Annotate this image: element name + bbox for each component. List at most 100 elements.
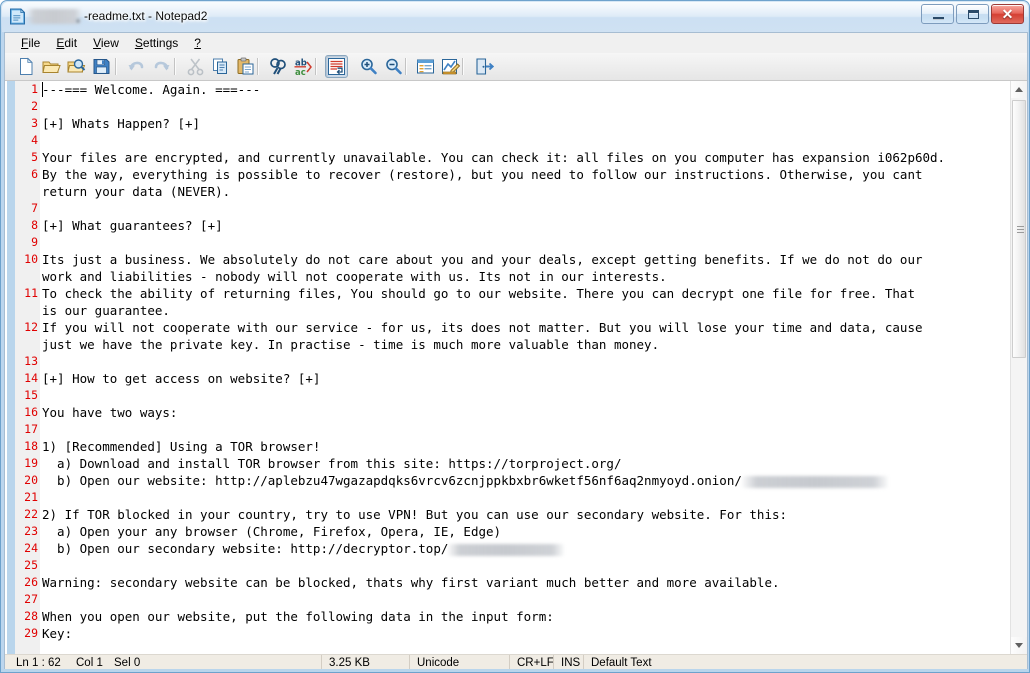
editor-line[interactable]: 4 — [5, 132, 1010, 149]
editor-line[interactable]: 1 ---=== Welcome. Again. ===--- — [5, 81, 1010, 98]
editor-line[interactable]: 27 — [5, 591, 1010, 608]
editor-line[interactable]: just we have the private key. In practis… — [5, 336, 1010, 353]
notepad2-window: -readme.txt - Notepad2 ✕ File Edit View … — [0, 0, 1030, 673]
zoom-in-icon — [361, 58, 377, 75]
line-number: 15 — [24, 388, 38, 402]
line-text: b) Open our secondary website: http://de… — [42, 540, 565, 557]
toolbar-separator — [115, 58, 117, 75]
text-editor[interactable]: 1 ---=== Welcome. Again. ===--- 2 3 [+] What… — [5, 81, 1027, 654]
minimize-button[interactable] — [921, 4, 954, 24]
scrollbar-thumb[interactable] — [1012, 100, 1026, 358]
menu-item-settings[interactable]: Settings — [128, 34, 186, 52]
open-file-button[interactable] — [40, 55, 63, 78]
scheme-button[interactable] — [414, 55, 437, 78]
menu-item-help[interactable]: ? — [187, 34, 209, 52]
line-number: 4 — [31, 133, 38, 147]
scroll-down-arrow[interactable] — [1011, 637, 1027, 654]
close-button[interactable]: ✕ — [991, 4, 1024, 24]
line-text: return your data (NEVER). — [42, 184, 231, 199]
editor-line[interactable]: 2 — [5, 98, 1010, 115]
vertical-scrollbar[interactable] — [1010, 81, 1027, 654]
editor-line[interactable]: return your data (NEVER). — [5, 183, 1010, 200]
cut-button[interactable] — [184, 55, 207, 78]
scheme-options-button[interactable] — [439, 55, 462, 78]
paste-icon — [237, 57, 254, 75]
editor-line[interactable]: 8 [+] What guarantees? [+] — [5, 217, 1010, 234]
find-button[interactable] — [267, 55, 290, 78]
editor-line[interactable]: 25 — [5, 557, 1010, 574]
browse-file-button[interactable] — [65, 55, 88, 78]
menu-item-edit[interactable]: Edit — [49, 34, 85, 52]
replace-button[interactable]: ab ac — [292, 55, 315, 78]
editor-line[interactable]: 24 b) Open our secondary website: http:/… — [5, 540, 1010, 557]
copy-icon — [213, 58, 227, 74]
toolbar: ab ac — [5, 53, 1027, 81]
undo-button[interactable] — [125, 55, 148, 78]
editor-line[interactable]: 23 a) Open your any browser (Chrome, Fir… — [5, 523, 1010, 540]
menu-item-view[interactable]: View — [86, 34, 127, 52]
line-number: 24 — [24, 541, 38, 555]
editor-line[interactable]: 10 Its just a business. We absolutely do … — [5, 251, 1010, 268]
editor-line[interactable]: 3 [+] Whats Happen? [+] — [5, 115, 1010, 132]
line-text: b) Open our website: http://aplebzu47wga… — [42, 472, 888, 489]
editor-line[interactable]: 20 b) Open our website: http://aplebzu47… — [5, 472, 1010, 489]
editor-line[interactable]: 9 — [5, 234, 1010, 251]
menu-item-file[interactable]: File — [14, 34, 48, 52]
save-file-button[interactable] — [90, 55, 113, 78]
editor-line[interactable]: 14 [+] How to get access on website? [+] — [5, 370, 1010, 387]
zoom-out-button[interactable] — [382, 55, 405, 78]
editor-line[interactable]: 12 If you will not cooperate with our ser… — [5, 319, 1010, 336]
editor-line[interactable]: 21 — [5, 489, 1010, 506]
scroll-up-arrow[interactable] — [1011, 81, 1027, 98]
line-text: 2) If TOR blocked in your country, try t… — [42, 507, 788, 522]
text-caret — [42, 82, 43, 97]
copy-button[interactable] — [209, 55, 232, 78]
editor-line[interactable]: 22 2) If TOR blocked in your country, try… — [5, 506, 1010, 523]
editor-line[interactable]: 29 Key: — [5, 625, 1010, 642]
maximize-button[interactable] — [956, 4, 989, 24]
chevron-down-icon — [1015, 643, 1023, 648]
line-number: 12 — [24, 320, 38, 334]
line-number: 3 — [31, 116, 38, 130]
paste-button[interactable] — [234, 55, 257, 78]
editor-line[interactable]: 7 — [5, 200, 1010, 217]
line-text: is our guarantee. — [42, 303, 170, 318]
editor-line[interactable]: 16 You have two ways: — [5, 404, 1010, 421]
line-text: a) Open your any browser (Chrome, Firefo… — [42, 524, 502, 539]
editor-line[interactable]: is our guarantee. — [5, 302, 1010, 319]
line-number: 23 — [24, 524, 38, 538]
editor-line[interactable]: 11 To check the ability of returning file… — [5, 285, 1010, 302]
editor-line[interactable]: work and liabilities - nobody will not c… — [5, 268, 1010, 285]
close-icon: ✕ — [1001, 6, 1014, 22]
save-file-icon — [93, 59, 110, 74]
line-text: ---=== Welcome. Again. ===--- — [42, 82, 261, 97]
redo-button[interactable] — [150, 55, 173, 78]
line-number: 1 — [31, 82, 38, 96]
title-redaction-artifact — [76, 19, 80, 23]
line-text: a) Download and install TOR browser from… — [42, 456, 622, 471]
editor-line[interactable]: 18 1) [Recommended] Using a TOR browser! — [5, 438, 1010, 455]
editor-line[interactable]: 17 — [5, 421, 1010, 438]
title-bar[interactable]: -readme.txt - Notepad2 ✕ — [1, 1, 1029, 32]
scrollbar-grip — [1017, 226, 1024, 233]
editor-line[interactable]: 26 Warning: secondary website can be bloc… — [5, 574, 1010, 591]
editor-line[interactable]: 13 — [5, 353, 1010, 370]
zoom-in-button[interactable] — [357, 55, 380, 78]
editor-line[interactable]: 15 — [5, 387, 1010, 404]
line-text: work and liabilities - nobody will not c… — [42, 269, 667, 284]
editor-line[interactable]: 6 By the way, everything is possible to r… — [5, 166, 1010, 183]
text-content[interactable]: 1 ---=== Welcome. Again. ===--- 2 3 [+] What… — [5, 81, 1010, 654]
line-text: [+] What guarantees? [+] — [42, 218, 223, 233]
editor-line[interactable]: 19 a) Download and install TOR browser f… — [5, 455, 1010, 472]
scheme-options-icon — [442, 59, 461, 75]
exit-button[interactable] — [472, 55, 495, 78]
line-text: Your files are encrypted, and currently … — [42, 150, 946, 165]
line-number: 6 — [31, 167, 38, 181]
editor-line[interactable]: 5 Your files are encrypted, and currently… — [5, 149, 1010, 166]
exit-icon — [476, 58, 494, 75]
line-text: Key: — [42, 626, 73, 641]
editor-line[interactable]: 28 When you open our website, put the fol… — [5, 608, 1010, 625]
new-file-button[interactable] — [15, 55, 38, 78]
line-number: 14 — [24, 371, 38, 385]
word-wrap-button[interactable] — [325, 55, 348, 78]
